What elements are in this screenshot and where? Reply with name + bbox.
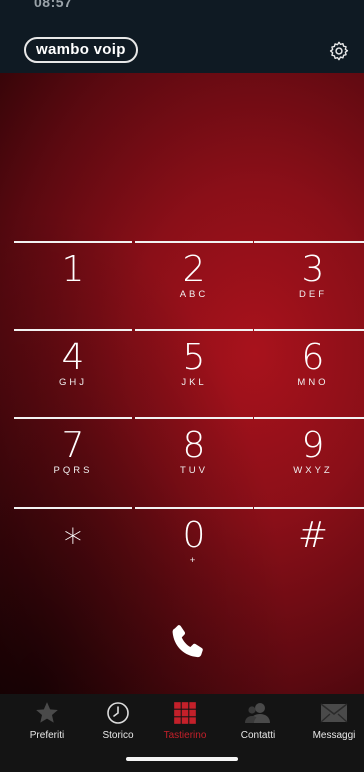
key-digit: 9 — [301, 425, 325, 466]
phone-icon — [172, 625, 203, 658]
key-digit: 5 — [182, 337, 206, 378]
key-letters: JKL — [181, 377, 207, 388]
key-3[interactable]: 3 DEF — [254, 241, 364, 311]
key-8[interactable]: 8 TUV — [135, 417, 253, 487]
tab-bar: Preferiti Storico Tastierino Contatti Me… — [0, 694, 364, 772]
key-letters: + — [189, 555, 199, 566]
tab-tastierino[interactable]: Tastierino — [155, 698, 215, 741]
home-indicator[interactable] — [126, 757, 238, 761]
tab-label: Tastierino — [163, 730, 207, 741]
star-icon — [36, 702, 58, 723]
key-7[interactable]: 7 PQRS — [14, 417, 132, 487]
key-letters: PQRS — [53, 465, 93, 476]
key-digit: 0 — [182, 515, 206, 556]
dialpad: 1 2 ABC 3 DEF 4 GHJ 5 JKL 6 MNO 7 PQRS 8… — [0, 73, 364, 694]
key-digit: 2 — [182, 249, 206, 290]
key-letters: ABC — [179, 289, 209, 300]
key-digit: 4 — [61, 337, 85, 378]
tab-contatti[interactable]: Contatti — [228, 698, 288, 741]
app-header: wambo voip — [0, 22, 364, 73]
tab-label: Preferiti — [29, 730, 65, 741]
key-star[interactable]: ∗ — [14, 507, 132, 577]
key-digit: 3 — [301, 249, 325, 290]
key-4[interactable]: 4 GHJ — [14, 329, 132, 399]
key-6[interactable]: 6 MNO — [254, 329, 364, 399]
contacts-icon — [245, 703, 270, 723]
status-bar: 08:57 — [0, 0, 364, 22]
key-9[interactable]: 9 WXYZ — [254, 417, 364, 487]
gear-icon[interactable] — [328, 40, 350, 62]
key-digit: # — [297, 515, 329, 556]
key-letters: MNO — [297, 377, 329, 388]
key-letters: GHJ — [59, 377, 87, 388]
brand-logo: wambo voip — [24, 37, 138, 63]
key-letters: TUV — [180, 465, 208, 476]
tab-storico[interactable]: Storico — [88, 698, 148, 741]
keypad-icon — [174, 702, 196, 724]
key-digit: 6 — [301, 337, 325, 378]
key-letters: DEF — [299, 289, 327, 300]
key-letters: WXYZ — [293, 465, 333, 476]
key-0[interactable]: 0 + — [135, 507, 253, 577]
clock-icon — [107, 702, 129, 724]
key-2[interactable]: 2 ABC — [135, 241, 253, 311]
key-1[interactable]: 1 — [14, 241, 132, 311]
status-time: 08:57 — [34, 0, 73, 10]
key-digit: 1 — [61, 249, 85, 290]
tab-messaggi[interactable]: Messaggi — [304, 698, 364, 741]
key-digit: 8 — [182, 425, 206, 466]
tab-label: Storico — [102, 730, 134, 741]
envelope-icon — [320, 703, 348, 723]
key-digit: 7 — [61, 425, 85, 466]
key-digit: ∗ — [61, 515, 85, 556]
key-hash[interactable]: # — [254, 507, 364, 577]
key-5[interactable]: 5 JKL — [135, 329, 253, 399]
tab-label: Messaggi — [312, 730, 356, 741]
tab-preferiti[interactable]: Preferiti — [17, 698, 77, 741]
call-button[interactable] — [166, 621, 210, 665]
tab-label: Contatti — [240, 730, 276, 741]
